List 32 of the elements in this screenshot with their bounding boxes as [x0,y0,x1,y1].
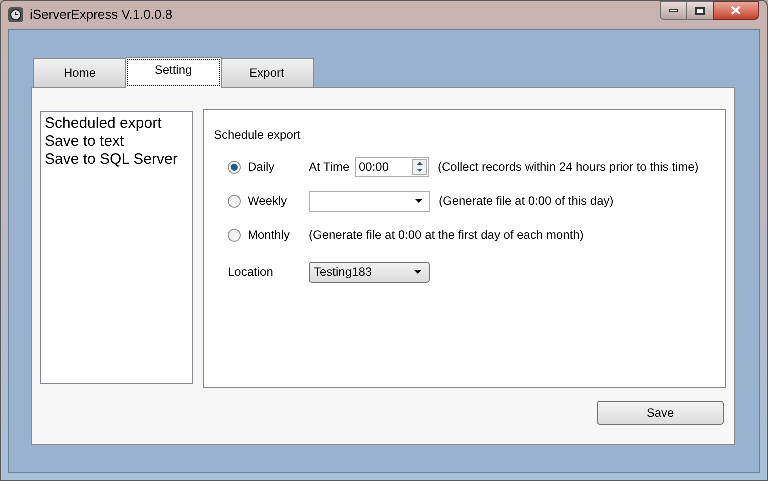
list-item[interactable]: Scheduled export [45,115,188,133]
location-label: Location [228,264,274,281]
tab[interactable]: Home [33,58,127,87]
location-dropdown[interactable]: Testing183 [309,262,430,282]
list-item[interactable]: Save to text [45,133,188,151]
field-label: At Time [309,159,351,176]
spinner-icon[interactable] [412,159,427,175]
window-title: iServerExpress V.1.0.0.8 [30,6,173,24]
maximize-icon [695,6,705,14]
maximize-button[interactable] [687,1,713,20]
list-item[interactable]: Save to SQL Server [45,151,188,169]
hint-text: (Generate file at 0:00 at the first day of each month) [309,227,584,244]
tab[interactable]: Setting [125,57,222,88]
hint-text: (Collect records within 24 hours prior to this time) [438,159,699,176]
hint-text: (Generate file at 0:00 of this day) [439,193,614,210]
caret-icon [414,270,422,274]
save-button[interactable]: Save [597,401,724,425]
minimize-button[interactable] [660,1,687,20]
panel-title: Schedule export [214,127,302,144]
caret-icon [415,199,423,203]
close-button[interactable] [713,1,759,20]
close-icon [731,6,741,15]
radio-button[interactable] [228,228,241,242]
radio-button[interactable] [228,160,241,174]
radio-button[interactable] [228,194,241,208]
clock-icon [8,7,24,23]
time-field[interactable]: 00:00 [355,157,429,177]
option-label: Weekly [248,193,288,210]
minimize-icon [669,9,678,12]
tab[interactable]: Export [220,58,314,87]
option-label: Daily [248,159,275,176]
option-label: Monthly [248,227,290,244]
